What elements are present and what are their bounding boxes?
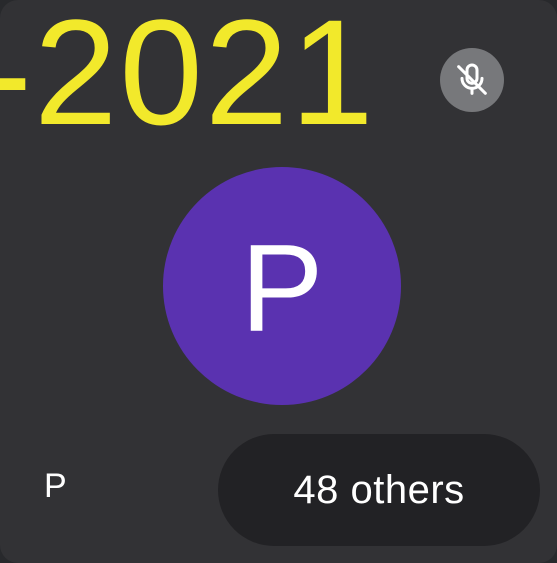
overlay-year-text: -2021: [0, 0, 376, 156]
avatar: P: [163, 167, 401, 405]
others-label: 48 others: [293, 468, 465, 512]
participant-name: P: [44, 467, 67, 505]
others-button[interactable]: 48 others: [218, 434, 540, 546]
avatar-initial: P: [240, 220, 324, 358]
participant-tile[interactable]: -2021 P P 48 others: [0, 0, 557, 563]
mic-muted-indicator: [440, 48, 504, 112]
mic-off-icon: [457, 63, 487, 95]
